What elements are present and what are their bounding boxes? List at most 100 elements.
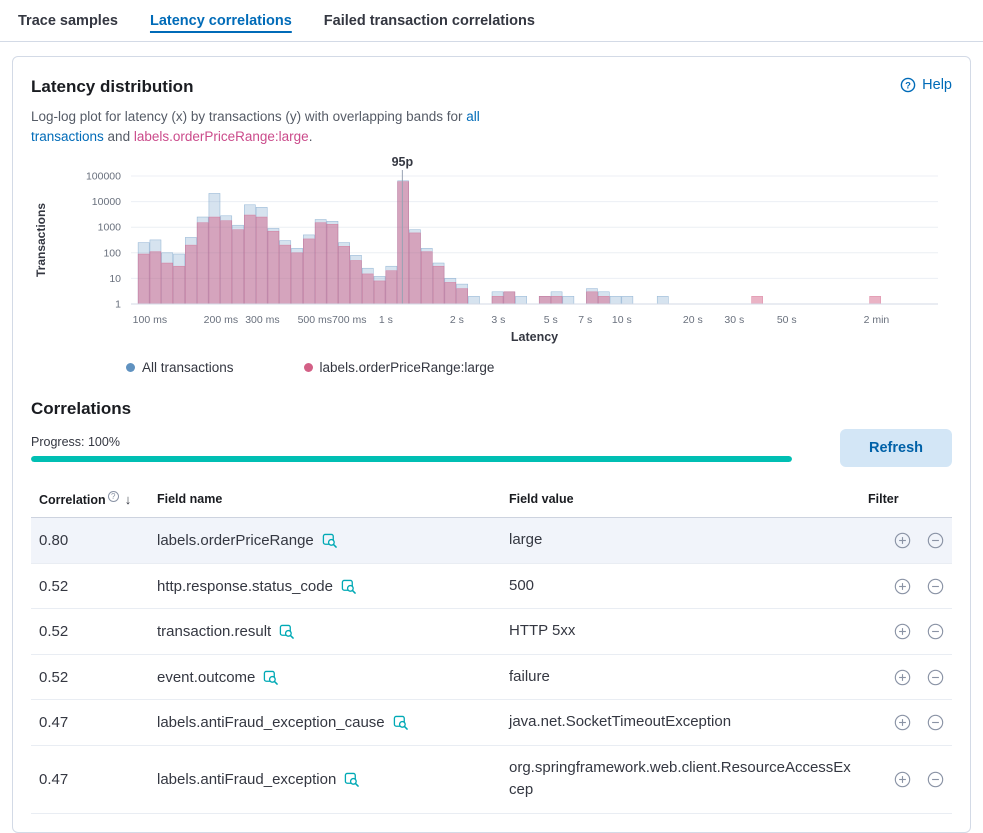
svg-text:Transactions: Transactions (34, 203, 48, 277)
minus-circle-icon (927, 623, 944, 640)
inspect-icon (279, 624, 294, 639)
plus-circle-icon (894, 669, 911, 686)
inspect-icon (263, 670, 278, 685)
field-value: failure (501, 654, 860, 700)
correlation-value: 0.52 (31, 654, 149, 700)
correlation-value: 0.52 (31, 609, 149, 655)
table-row: 0.80 labels.orderPriceRange large (31, 518, 952, 564)
filter-include-button[interactable] (894, 714, 911, 731)
tab-failed-transaction-correlations[interactable]: Failed transaction correlations (322, 0, 537, 41)
filter-exclude-button[interactable] (927, 669, 944, 686)
svg-text:100 ms: 100 ms (133, 314, 167, 326)
svg-text:100: 100 (103, 247, 121, 259)
header-correlation-label: Correlation (39, 493, 106, 507)
info-icon: ? (108, 491, 119, 502)
tab-trace-samples[interactable]: Trace samples (16, 0, 120, 41)
field-value: HTTP 5xx (501, 609, 860, 655)
refresh-button[interactable]: Refresh (840, 429, 952, 467)
svg-text:200 ms: 200 ms (204, 314, 238, 326)
filter-exclude-button[interactable] (927, 623, 944, 640)
svg-text:10000: 10000 (92, 196, 121, 208)
minus-circle-icon (927, 669, 944, 686)
svg-text:1 s: 1 s (379, 314, 393, 326)
table-row: 0.47 labels.antiFraud_exception_cause ja… (31, 700, 952, 746)
correlation-value: 0.80 (31, 518, 149, 564)
filter-exclude-button[interactable] (927, 714, 944, 731)
inspect-field-button[interactable] (393, 715, 408, 730)
header-correlation[interactable]: Correlation? ↓ (31, 483, 149, 518)
plus-circle-icon (894, 714, 911, 731)
filter-include-button[interactable] (894, 578, 911, 595)
filter-exclude-button[interactable] (927, 578, 944, 595)
filter-exclude-button[interactable] (927, 771, 944, 788)
inspect-icon (341, 579, 356, 594)
field-name-value: labels.antiFraud_exception_cause (157, 714, 385, 731)
latency-correlations-panel: Latency distribution ? Help Log-log plot… (12, 56, 971, 833)
correlation-value: 0.47 (31, 700, 149, 746)
tab-latency-correlations[interactable]: Latency correlations (148, 0, 294, 41)
svg-text:1000: 1000 (98, 222, 122, 234)
inspect-field-button[interactable] (322, 533, 337, 548)
field-name-value: transaction.result (157, 623, 271, 640)
inspect-icon (393, 715, 408, 730)
svg-text:700 ms: 700 ms (332, 314, 366, 326)
correlations-table: Correlation?↓ Field name Field value Fil… (31, 483, 952, 814)
legend-label: All transactions (142, 360, 234, 375)
field-value: org.springframework.web.client.ResourceA… (501, 745, 860, 813)
inspect-field-button[interactable] (344, 772, 359, 787)
panel-title: Latency distribution (31, 77, 193, 97)
inspect-field-button[interactable] (341, 579, 356, 594)
filter-include-button[interactable] (894, 669, 911, 686)
header-field-value: Field value (501, 483, 860, 518)
help-icon: ? (900, 77, 916, 93)
progress-bar (31, 456, 792, 462)
svg-text:1: 1 (115, 299, 121, 311)
filter-include-button[interactable] (894, 623, 911, 640)
minus-circle-icon (927, 714, 944, 731)
svg-text:300 ms: 300 ms (245, 314, 279, 326)
minus-circle-icon (927, 771, 944, 788)
subtitle-prefix: Log-log plot for latency (x) by transact… (31, 109, 462, 124)
inspect-field-button[interactable] (279, 624, 294, 639)
sort-desc-icon[interactable]: ↓ (125, 492, 132, 507)
plus-circle-icon (894, 532, 911, 549)
inspect-icon (322, 533, 337, 548)
header-filter: Filter (860, 483, 952, 518)
table-row: 0.52 transaction.result HTTP 5xx (31, 609, 952, 655)
progress-label: Progress: 100% (31, 435, 816, 449)
svg-text:100000: 100000 (86, 171, 121, 183)
filter-include-button[interactable] (894, 532, 911, 549)
legend-order-price-range[interactable]: labels.orderPriceRange:large (304, 360, 495, 375)
field-value: java.net.SocketTimeoutException (501, 700, 860, 746)
subtitle-connector: and (104, 129, 134, 144)
chart-legend: All transactions labels.orderPriceRange:… (126, 360, 952, 375)
field-name-value: event.outcome (157, 669, 255, 686)
minus-circle-icon (927, 578, 944, 595)
legend-label: labels.orderPriceRange:large (320, 360, 495, 375)
latency-distribution-chart: 11010010001000010000095p100 ms200 ms300 … (31, 156, 952, 344)
chart-description: Log-log plot for latency (x) by transact… (31, 107, 536, 146)
table-row: 0.52 event.outcome failure (31, 654, 952, 700)
plus-circle-icon (894, 578, 911, 595)
svg-text:20 s: 20 s (683, 314, 703, 326)
minus-circle-icon (927, 532, 944, 549)
table-row: 0.52 http.response.status_code 500 (31, 563, 952, 609)
legend-dot-blue (126, 363, 135, 372)
filter-exclude-button[interactable] (927, 532, 944, 549)
legend-all-transactions[interactable]: All transactions (126, 360, 234, 375)
inspect-field-button[interactable] (263, 670, 278, 685)
svg-text:3 s: 3 s (491, 314, 505, 326)
filter-include-button[interactable] (894, 771, 911, 788)
plus-circle-icon (894, 771, 911, 788)
field-name-value: http.response.status_code (157, 578, 333, 595)
svg-text:5 s: 5 s (544, 314, 558, 326)
field-name-value: labels.orderPriceRange (157, 532, 314, 549)
order-price-range-link[interactable]: labels.orderPriceRange:large (134, 129, 309, 144)
subtitle-suffix: . (309, 129, 313, 144)
help-link[interactable]: ? Help (900, 77, 952, 93)
help-label: Help (922, 77, 952, 93)
field-value: 500 (501, 563, 860, 609)
svg-text:50 s: 50 s (777, 314, 797, 326)
field-value: large (501, 518, 860, 564)
legend-dot-pink (304, 363, 313, 372)
